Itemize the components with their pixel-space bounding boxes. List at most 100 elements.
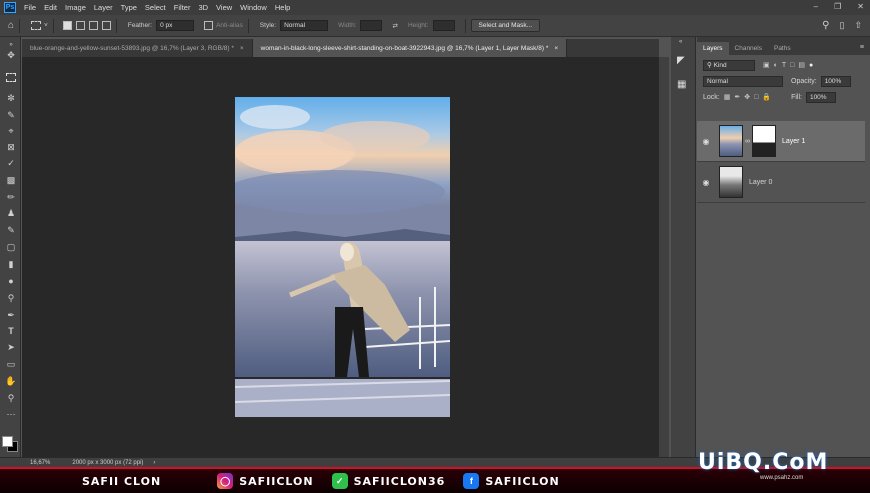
layer-row[interactable]: ◉ Layer 0 bbox=[697, 162, 865, 203]
close-icon[interactable]: ✕ bbox=[857, 2, 864, 11]
new-selection-icon[interactable] bbox=[62, 21, 72, 30]
marquee-tool-icon[interactable] bbox=[6, 73, 16, 82]
lock-position-icon[interactable]: ✥ bbox=[744, 93, 750, 101]
adjustment-filter-icon[interactable]: ◐ bbox=[774, 62, 778, 69]
share-icon[interactable]: ⇧ bbox=[854, 20, 862, 31]
eyedropper-icon[interactable]: ✓ bbox=[5, 157, 17, 169]
subtract-selection-icon[interactable] bbox=[88, 21, 98, 30]
tools-panel: » ✥ ✼ ✎ ⌖ ⊠ ✓ ▩ ✏ ♟ ✎ ▢ ▮ ● ⚲ ✒ T ➤ ▭ ✋ … bbox=[0, 37, 21, 457]
pen-tool-icon[interactable]: ✒ bbox=[5, 309, 17, 321]
menu-window[interactable]: Window bbox=[236, 3, 271, 12]
smart-object-filter-icon[interactable]: ▤ bbox=[798, 61, 805, 69]
close-icon[interactable]: × bbox=[554, 45, 558, 52]
document-image[interactable] bbox=[235, 97, 450, 417]
adjustments-icon[interactable]: ▦ bbox=[677, 79, 686, 90]
fill-input[interactable]: 100% bbox=[805, 91, 836, 103]
layer-thumbnail[interactable] bbox=[719, 166, 743, 198]
add-selection-icon[interactable] bbox=[75, 21, 85, 30]
visibility-eye-icon[interactable]: ◉ bbox=[697, 178, 715, 187]
minimize-icon[interactable]: – bbox=[814, 2, 818, 11]
menu-type[interactable]: Type bbox=[117, 3, 141, 12]
select-and-mask-button[interactable]: Select and Mask... bbox=[470, 19, 541, 32]
menu-image[interactable]: Image bbox=[61, 3, 90, 12]
watermark: UiBQ.CoM bbox=[698, 450, 828, 475]
link-icon[interactable]: ∞ bbox=[745, 138, 750, 145]
menu-help[interactable]: Help bbox=[271, 3, 294, 12]
menu-3d[interactable]: 3D bbox=[194, 3, 212, 12]
menu-layer[interactable]: Layer bbox=[90, 3, 117, 12]
home-icon[interactable]: ⌂ bbox=[8, 20, 14, 31]
lock-artboard-icon[interactable]: □ bbox=[754, 94, 758, 101]
history-brush-icon[interactable]: ✎ bbox=[5, 224, 17, 236]
libraries-icon[interactable]: ◤ bbox=[677, 55, 685, 66]
tab-sunset[interactable]: blue-orange-and-yellow-sunset-53893.jpg … bbox=[22, 39, 253, 57]
type-tool-icon[interactable]: T bbox=[5, 325, 17, 337]
width-input[interactable] bbox=[360, 20, 383, 31]
shape-filter-icon[interactable]: □ bbox=[790, 62, 794, 69]
tab-paths[interactable]: Paths bbox=[768, 42, 797, 55]
blend-row: Normal Opacity: 100% bbox=[697, 73, 870, 89]
menu-view[interactable]: View bbox=[212, 3, 236, 12]
gradient-tool-icon[interactable]: ▮ bbox=[5, 258, 17, 270]
document-info[interactable]: 2000 px x 3000 px (72 ppi) bbox=[72, 460, 143, 466]
lock-brush-icon[interactable]: ✒ bbox=[734, 93, 740, 101]
workspace-icon[interactable]: ▯ bbox=[840, 20, 845, 31]
menu-edit[interactable]: Edit bbox=[40, 3, 61, 12]
tab-channels[interactable]: Channels bbox=[729, 42, 768, 55]
quick-select-icon[interactable]: ✎ bbox=[5, 109, 17, 121]
path-select-icon[interactable]: ➤ bbox=[5, 341, 17, 353]
pixel-filter-icon[interactable]: ▣ bbox=[763, 61, 770, 69]
shape-tool-icon[interactable]: ▭ bbox=[5, 358, 17, 370]
panel-menu-icon[interactable]: ≡ bbox=[860, 44, 864, 51]
kind-filter-select[interactable]: ⚲ Kind bbox=[703, 59, 755, 71]
blur-tool-icon[interactable]: ● bbox=[5, 275, 17, 287]
antialias-checkbox[interactable] bbox=[204, 21, 214, 30]
brush-tool-icon[interactable]: ✏ bbox=[5, 191, 17, 203]
more-tools-icon[interactable]: ⋯ bbox=[5, 408, 17, 420]
chevron-down-icon[interactable]: ˅ bbox=[44, 22, 48, 29]
photoshop-logo-icon: Ps bbox=[4, 2, 16, 13]
menu-select[interactable]: Select bbox=[141, 3, 170, 12]
tab-woman-boat[interactable]: woman-in-black-long-sleeve-shirt-standin… bbox=[252, 39, 568, 57]
layer-row[interactable]: ◉ ∞ Layer 1 bbox=[697, 121, 865, 162]
search-icon[interactable]: ⚲ bbox=[822, 20, 829, 31]
clone-stamp-icon[interactable]: ♟ bbox=[5, 207, 17, 219]
filter-toggle-icon[interactable]: ● bbox=[809, 62, 813, 69]
blend-mode-select[interactable]: Normal bbox=[703, 75, 783, 87]
move-tool-icon[interactable]: ✥ bbox=[5, 49, 17, 61]
lasso-tool-icon[interactable]: ✼ bbox=[5, 92, 17, 104]
eraser-icon[interactable]: ▢ bbox=[5, 241, 17, 253]
close-icon[interactable]: × bbox=[240, 45, 244, 52]
style-select[interactable]: Normal bbox=[280, 20, 329, 31]
menu-filter[interactable]: Filter bbox=[170, 3, 195, 12]
restore-icon[interactable]: ❐ bbox=[834, 2, 841, 11]
layer-name[interactable]: Layer 0 bbox=[749, 179, 772, 186]
zoom-level[interactable]: 16,67% bbox=[30, 460, 50, 466]
layer-mask-thumbnail[interactable] bbox=[752, 125, 776, 157]
swap-icon[interactable]: ⇄ bbox=[392, 22, 397, 30]
vertical-scrollbar[interactable] bbox=[659, 57, 669, 457]
lock-pixels-icon[interactable]: ▦ bbox=[724, 93, 731, 101]
visibility-eye-icon[interactable]: ◉ bbox=[697, 137, 715, 146]
healing-brush-icon[interactable]: ▩ bbox=[5, 174, 17, 186]
layer-name[interactable]: Layer 1 bbox=[782, 138, 805, 145]
height-input[interactable] bbox=[432, 20, 455, 31]
layer-thumbnail[interactable] bbox=[719, 125, 743, 157]
feather-input[interactable]: 0 px bbox=[156, 20, 195, 31]
lock-all-icon[interactable]: 🔒 bbox=[762, 93, 771, 101]
marquee-tool-icon[interactable] bbox=[31, 21, 42, 30]
opacity-input[interactable]: 100% bbox=[820, 75, 851, 87]
hand-tool-icon[interactable]: ✋ bbox=[5, 375, 17, 387]
frame-tool-icon[interactable]: ⊠ bbox=[5, 141, 17, 153]
instagram-icon: ◯ bbox=[217, 473, 234, 489]
foreground-color-swatch[interactable] bbox=[2, 436, 13, 447]
chevron-right-icon[interactable]: › bbox=[153, 460, 155, 466]
dodge-tool-icon[interactable]: ⚲ bbox=[5, 292, 17, 304]
intersect-selection-icon[interactable] bbox=[101, 21, 111, 30]
collapse-icon[interactable]: « bbox=[679, 39, 682, 45]
menu-file[interactable]: File bbox=[20, 3, 40, 12]
zoom-tool-icon[interactable]: ⚲ bbox=[5, 392, 17, 404]
type-filter-icon[interactable]: T bbox=[782, 62, 786, 69]
tab-layers[interactable]: Layers bbox=[697, 42, 729, 55]
crop-tool-icon[interactable]: ⌖ bbox=[5, 125, 17, 137]
